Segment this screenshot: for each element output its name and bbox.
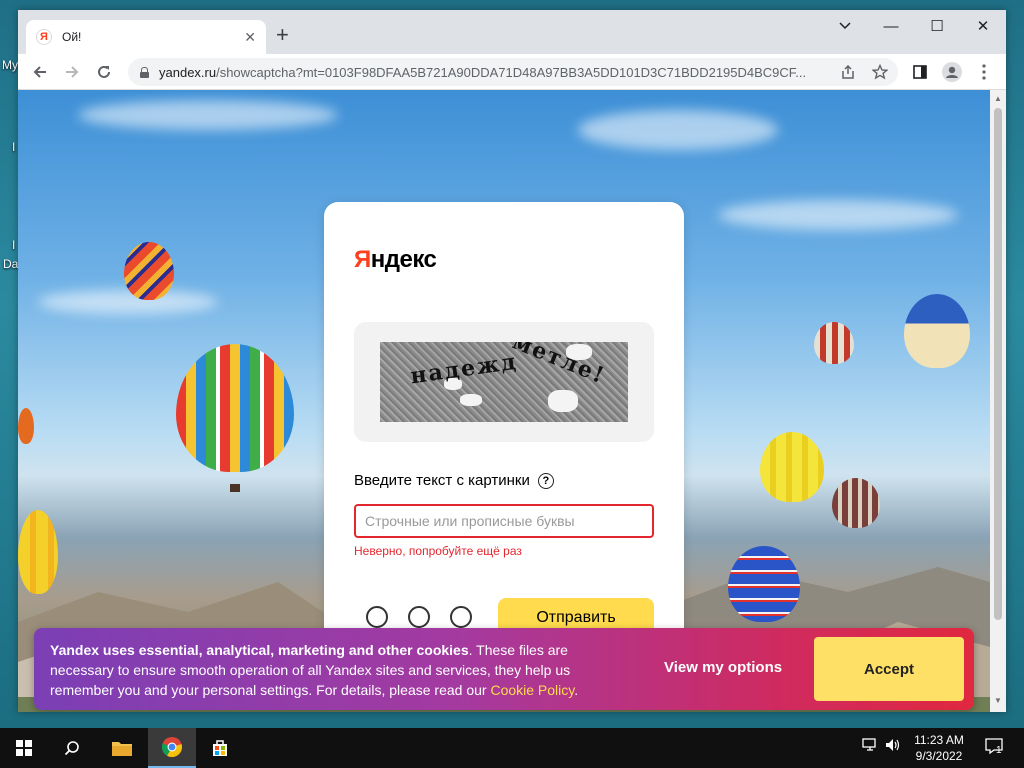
tab-close-icon[interactable]: ✕ bbox=[244, 29, 256, 46]
page-viewport: Яндекс надежд метле! Введите текст с кар… bbox=[18, 90, 990, 712]
browser-tab[interactable]: Я Ой! ✕ bbox=[26, 20, 266, 54]
hot-air-balloon bbox=[814, 322, 854, 364]
clock-time: 11:23 AM bbox=[914, 733, 964, 747]
cookie-banner: Yandex uses essential, analytical, marke… bbox=[34, 628, 974, 710]
hot-air-balloon bbox=[760, 432, 824, 502]
address-bar[interactable]: yandex.ru /showcaptcha?mt=0103F98DFAA5B7… bbox=[128, 58, 898, 86]
reload-icon[interactable] bbox=[92, 60, 116, 84]
accept-cookies-button[interactable]: Accept bbox=[814, 637, 964, 701]
side-panel-icon[interactable] bbox=[908, 60, 932, 84]
windows-start-icon[interactable] bbox=[0, 728, 48, 768]
desktop-label-i: I bbox=[12, 140, 16, 154]
hot-air-balloon bbox=[728, 546, 800, 622]
cookie-policy-link[interactable]: Cookie Policy bbox=[490, 682, 574, 698]
browser-window: Я Ой! ✕ + — ☐ ✕ yandex.ru /showcaptcha?m… bbox=[18, 10, 1006, 712]
captcha-frame: надежд метле! bbox=[354, 322, 654, 442]
info-icon[interactable] bbox=[450, 606, 472, 628]
captcha-prompt-row: Введите текст с картинки ? bbox=[354, 472, 554, 489]
url-path: /showcaptcha?mt=0103F98DFAA5B721A90DDA71… bbox=[216, 64, 807, 80]
captcha-text-left: надежд bbox=[408, 348, 520, 390]
dropdown-icon[interactable] bbox=[822, 10, 868, 42]
help-icon[interactable]: ? bbox=[537, 472, 554, 489]
cookie-banner-text: Yandex uses essential, analytical, marke… bbox=[50, 642, 579, 698]
clock-date: 9/3/2022 bbox=[915, 749, 963, 763]
captcha-noise bbox=[548, 390, 578, 412]
yandex-logo: Яндекс bbox=[354, 246, 437, 273]
file-explorer-icon[interactable] bbox=[98, 728, 146, 768]
captcha-image: надежд метле! bbox=[380, 342, 628, 422]
notification-count-badge: 1 bbox=[996, 745, 1002, 756]
hot-air-balloon bbox=[176, 344, 294, 472]
page-scrollbar[interactable]: ▲ ▼ bbox=[990, 90, 1006, 712]
hot-air-balloon bbox=[18, 408, 34, 444]
scroll-thumb[interactable] bbox=[994, 108, 1002, 620]
background-cloud bbox=[38, 290, 218, 314]
star-icon[interactable] bbox=[868, 60, 892, 84]
taskbar: 11:23 AM 9/3/2022 1 bbox=[0, 728, 1024, 768]
balloon-basket bbox=[230, 484, 240, 492]
close-window-button[interactable]: ✕ bbox=[960, 10, 1006, 42]
tab-title: Ой! bbox=[62, 30, 82, 44]
view-options-button[interactable]: View my options bbox=[664, 659, 782, 676]
captcha-prompt: Введите текст с картинки bbox=[354, 472, 530, 489]
yandex-favicon-icon: Я bbox=[36, 29, 52, 45]
background-cloud bbox=[578, 110, 778, 150]
maximize-button[interactable]: ☐ bbox=[914, 10, 960, 42]
hot-air-balloon bbox=[904, 294, 970, 368]
background-cloud bbox=[78, 100, 338, 130]
captcha-text-right: метле! bbox=[508, 342, 610, 390]
scroll-down-icon[interactable]: ▼ bbox=[993, 696, 1003, 706]
scroll-up-icon[interactable]: ▲ bbox=[993, 94, 1003, 104]
desktop-label-da: Da bbox=[3, 257, 19, 271]
forward-arrow-icon[interactable] bbox=[60, 60, 84, 84]
background-cloud bbox=[718, 200, 958, 230]
captcha-error-message: Неверно, попробуйте ещё раз bbox=[354, 544, 522, 558]
url-domain: yandex.ru bbox=[159, 64, 217, 80]
hot-air-balloon bbox=[18, 510, 58, 594]
system-clock[interactable]: 11:23 AM 9/3/2022 bbox=[904, 732, 974, 764]
title-bar: Я Ой! ✕ + — ☐ ✕ bbox=[18, 10, 1006, 54]
desktop-label-i2: I bbox=[12, 238, 16, 252]
back-arrow-icon[interactable] bbox=[28, 60, 52, 84]
minimize-button[interactable]: — bbox=[868, 10, 914, 42]
new-tab-button[interactable]: + bbox=[276, 24, 289, 46]
profile-icon[interactable] bbox=[940, 60, 964, 84]
store-icon[interactable] bbox=[196, 728, 244, 768]
browser-toolbar: yandex.ru /showcaptcha?mt=0103F98DFAA5B7… bbox=[18, 54, 1006, 90]
lock-icon[interactable] bbox=[140, 66, 149, 78]
network-icon[interactable] bbox=[862, 738, 878, 755]
search-icon[interactable] bbox=[48, 728, 96, 768]
kebab-menu-icon[interactable] bbox=[972, 60, 996, 84]
audio-captcha-icon[interactable] bbox=[408, 606, 430, 628]
desktop-label-my: My bbox=[2, 58, 18, 72]
refresh-captcha-icon[interactable] bbox=[366, 606, 388, 628]
captcha-noise bbox=[460, 394, 482, 406]
hot-air-balloon bbox=[124, 242, 174, 300]
chrome-taskbar-icon[interactable] bbox=[148, 728, 196, 768]
captcha-card: Яндекс надежд метле! Введите текст с кар… bbox=[324, 202, 684, 702]
captcha-answer-input[interactable] bbox=[354, 504, 654, 538]
share-icon[interactable] bbox=[836, 60, 860, 84]
volume-icon[interactable] bbox=[885, 738, 901, 755]
hot-air-balloon bbox=[832, 478, 880, 528]
